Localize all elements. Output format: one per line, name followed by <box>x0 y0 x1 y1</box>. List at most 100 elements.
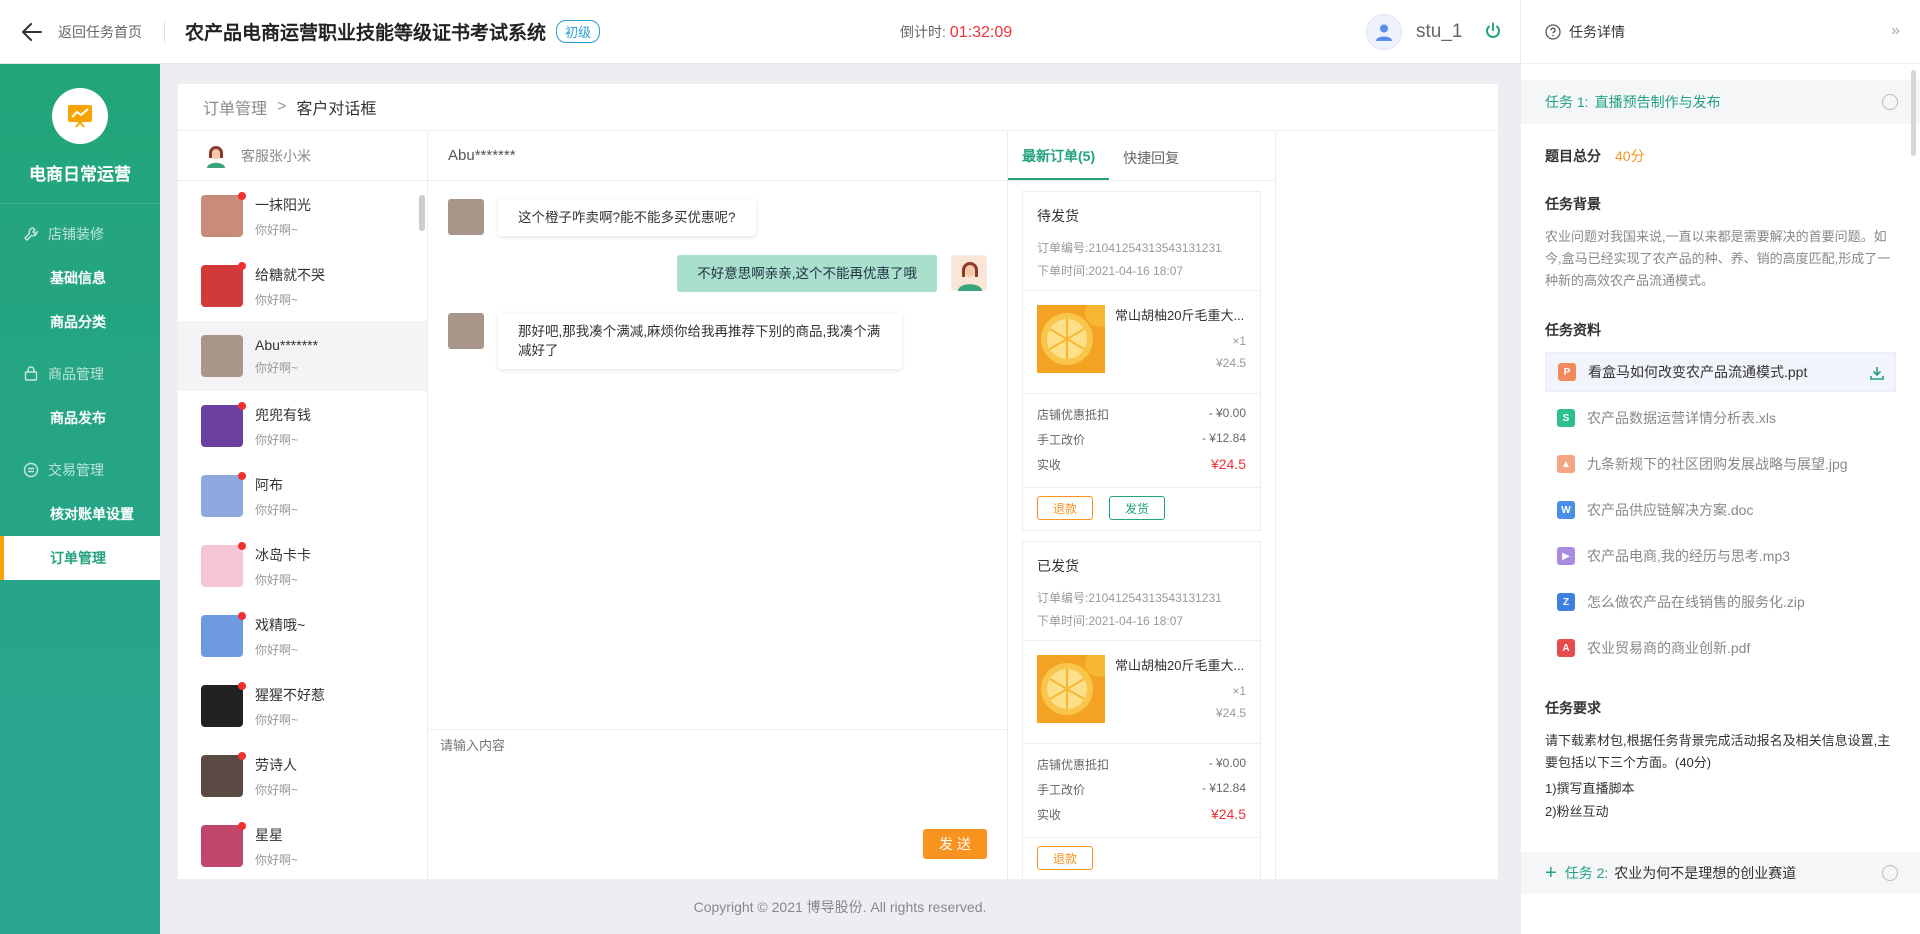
material-file[interactable]: W 农产品供应链解决方案.doc <box>1545 490 1896 530</box>
sidebar-item-bill-check[interactable]: 核对账单设置 <box>0 492 160 536</box>
agent-avatar <box>203 143 229 169</box>
material-file[interactable]: Z 怎么做农产品在线销售的服务化.zip <box>1545 582 1896 622</box>
product-price: ¥24.5 <box>1215 706 1246 720</box>
contact-item[interactable]: 兜兜有钱 你好啊~ <box>178 391 427 461</box>
material-file[interactable]: P 看盒马如何改变农产品流通模式.ppt <box>1545 352 1896 392</box>
sidebar-item-product-publish[interactable]: 商品发布 <box>0 396 160 440</box>
contact-item[interactable]: Abu******* 你好啊~ <box>178 321 427 391</box>
sidebar-item-order-management[interactable]: 订单管理 <box>0 536 160 580</box>
download-icon[interactable] <box>1869 365 1885 384</box>
contact-item[interactable]: 给糖就不哭 你好啊~ <box>178 251 427 321</box>
file-name[interactable]: 九条新规下的社区团购发展战略与展望.jpg <box>1587 454 1848 474</box>
contact-item[interactable]: 阿布你好啊~ <box>178 461 427 531</box>
material-file[interactable]: S 农产品数据运营详情分析表.xls <box>1545 398 1896 438</box>
order-card: 已发货 订单编号:21041254313543131231 下单时间:2021-… <box>1022 541 1261 879</box>
file-name[interactable]: 农产品电商,我的经历与思考.mp3 <box>1587 546 1790 566</box>
contact-item[interactable]: 戏精哦~ 你好啊~ <box>178 601 427 671</box>
task-1-row[interactable]: 任务 1: 直播预告制作与发布 <box>1521 80 1920 124</box>
sidebar-item-basic-info[interactable]: 基础信息 <box>0 256 160 300</box>
plus-icon[interactable]: + <box>1545 862 1557 885</box>
contact-item[interactable]: 星星 你好啊~ <box>178 811 427 879</box>
send-button[interactable]: 发 送 <box>923 829 987 859</box>
tab-quick-reply[interactable]: 快捷回复 <box>1109 148 1193 180</box>
username[interactable]: stu_1 <box>1416 21 1462 43</box>
contact-info: 星星 你好啊~ <box>255 825 298 868</box>
chat-message: 这个橙子咋卖啊?能不能多买优惠呢? <box>448 199 756 236</box>
contact-item[interactable]: 劳诗人 你好啊~ <box>178 741 427 811</box>
material-file[interactable]: A 农业贸易商的商业创新.pdf <box>1545 628 1896 668</box>
task-title: 农业为何不是理想的创业赛道 <box>1614 865 1797 881</box>
file-type-icon: P <box>1558 363 1576 381</box>
check-circle-icon <box>1882 865 1898 881</box>
refund-button[interactable]: 退款 <box>1037 496 1093 520</box>
product-name: 常山胡柚20斤毛重大... <box>1115 658 1245 673</box>
contact-last-message: 你好啊~ <box>255 360 299 375</box>
materials-title: 任务资料 <box>1545 322 1601 338</box>
order-actions: 退款 <box>1023 837 1260 879</box>
contact-name: 劳诗人 <box>255 756 297 773</box>
fee-row: 手工改价 - ¥12.84 <box>1037 431 1246 448</box>
file-name[interactable]: 农产品供应链解决方案.doc <box>1587 500 1753 520</box>
footer-copyright: Copyright © 2021 博导股份. All rights reserv… <box>693 899 987 915</box>
ship-button[interactable]: 发货 <box>1109 496 1165 520</box>
material-file[interactable]: ▲ 九条新规下的社区团购发展战略与展望.jpg <box>1545 444 1896 484</box>
brand-logo <box>52 88 108 144</box>
order-product: 常山胡柚20斤毛重大... ×1 ¥24.5 <box>1023 640 1260 744</box>
file-name[interactable]: 看盒马如何改变农产品流通模式.ppt <box>1588 362 1807 382</box>
order-tabs: 最新订单(5) 快捷回复 <box>1008 131 1275 181</box>
user-menu[interactable]: stu_1 <box>1366 14 1504 50</box>
unread-dot-icon <box>238 192 246 200</box>
fee-row: 实收 ¥24.5 <box>1037 806 1246 823</box>
file-name[interactable]: 农业贸易商的商业创新.pdf <box>1587 638 1750 658</box>
customer-avatar <box>448 199 484 235</box>
user-avatar-icon[interactable] <box>1366 14 1402 50</box>
contact-scrollbar[interactable] <box>419 195 425 231</box>
chat-message: 不好意思啊亲亲,这个不能再优惠了哦 <box>677 255 987 292</box>
orders-panel: 最新订单(5) 快捷回复 待发货 订单编号:210412543135431312… <box>1008 131 1276 879</box>
requirements-text: 请下载素材包,根据任务背景完成活动报名及相关信息设置,主要包括以下三个方面。(4… <box>1545 733 1891 770</box>
fee-value: - ¥12.84 <box>1201 781 1246 795</box>
message-input-area[interactable]: 发 送 <box>428 729 1007 879</box>
agent-avatar <box>951 255 987 291</box>
sidebar-item-product-category[interactable]: 商品分类 <box>0 300 160 344</box>
refund-button[interactable]: 退款 <box>1037 846 1093 870</box>
order-status: 已发货 <box>1037 558 1079 574</box>
nav-group-store-decoration[interactable]: 店铺装修 <box>0 212 160 256</box>
contact-item[interactable]: 冰岛卡卡 你好啊~ <box>178 531 427 601</box>
contact-name: 阿布 <box>255 476 283 493</box>
file-name[interactable]: 怎么做农产品在线销售的服务化.zip <box>1587 592 1805 612</box>
contact-item[interactable]: 一抹阳光 你好啊~ <box>178 181 427 251</box>
main-panel: 订单管理 > 客户对话框 客服张小米 一抹阳光 你好啊~ 给糖就不哭 你好啊~ Abu*… <box>178 84 1498 879</box>
orange-product-image <box>1037 649 1113 723</box>
contact-last-message: 你好啊~ <box>255 502 299 517</box>
contact-name: 兜兜有钱 <box>255 406 311 423</box>
message-input[interactable] <box>440 738 962 753</box>
breadcrumb-parent[interactable]: 订单管理 <box>203 95 267 119</box>
fee-value-total: ¥24.5 <box>1210 456 1246 472</box>
task-panel-scrollbar[interactable] <box>1911 70 1916 156</box>
agent-header: 客服张小米 <box>178 131 427 181</box>
material-file[interactable]: ▶ 农产品电商,我的经历与思考.mp3 <box>1545 536 1896 576</box>
order-fees: 店铺优惠抵扣 - ¥0.00 手工改价 - ¥12.84 实收 ¥24.5 <box>1023 744 1260 837</box>
contact-name: 猩猩不好惹 <box>255 686 325 703</box>
task-2-row[interactable]: + 任务 2: 农业为何不是理想的创业赛道 <box>1521 852 1920 894</box>
requirement-item: 2)粉丝互动 <box>1545 804 1609 819</box>
fee-value: - ¥12.84 <box>1201 431 1246 445</box>
back-label[interactable]: 返回任务首页 <box>58 22 142 42</box>
contact-last-message: 你好啊~ <box>255 222 299 237</box>
tab-latest-orders[interactable]: 最新订单(5) <box>1008 146 1110 180</box>
file-type-icon: Z <box>1557 593 1575 611</box>
arrow-left-icon[interactable] <box>20 20 44 44</box>
contact-item[interactable]: 猩猩不好惹 你好啊~ <box>178 671 427 741</box>
nav-group-label: 店铺装修 <box>48 226 104 242</box>
file-name[interactable]: 农产品数据运营详情分析表.xls <box>1587 408 1776 428</box>
fee-row: 店铺优惠抵扣 - ¥0.00 <box>1037 406 1246 423</box>
nav-group-label: 商品管理 <box>48 366 104 382</box>
power-icon[interactable] <box>1484 22 1504 42</box>
order-number: 订单编号:21041254313543131231 <box>1037 591 1222 605</box>
order-time: 下单时间:2021-04-16 18:07 <box>1037 614 1184 628</box>
back-to-home[interactable]: 返回任务首页 <box>0 0 142 64</box>
nav-group-transaction-management[interactable]: 交易管理 <box>0 448 160 492</box>
nav-group-product-management[interactable]: 商品管理 <box>0 352 160 396</box>
collapse-icon[interactable]: » <box>1891 22 1900 40</box>
